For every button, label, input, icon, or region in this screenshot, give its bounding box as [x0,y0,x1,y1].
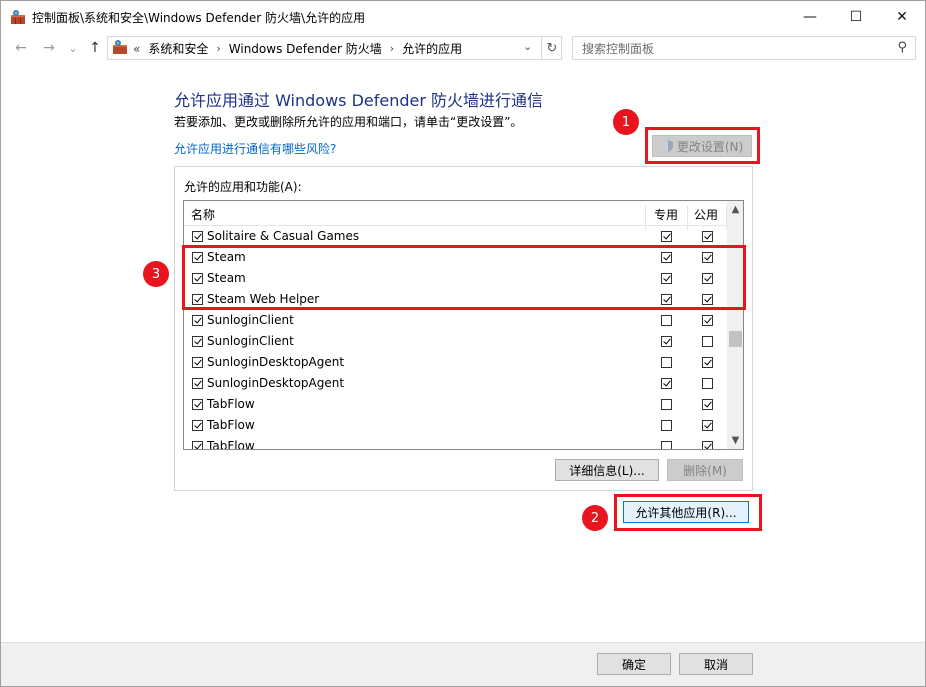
app-enabled-checkbox[interactable] [192,315,203,326]
app-enabled-checkbox[interactable] [192,378,203,389]
table-row[interactable]: TabFlow [184,415,727,436]
app-name: Solitaire & Casual Games [207,229,360,243]
back-button[interactable]: ← [11,38,31,58]
minimize-button[interactable]: — [787,1,833,32]
public-network-checkbox[interactable] [702,378,713,389]
search-placeholder: 搜索控制面板 [582,42,655,56]
app-name: SunloginClient [207,334,294,348]
breadcrumb-overflow[interactable]: « [133,42,140,56]
public-network-checkbox[interactable] [702,336,713,347]
public-network-checkbox[interactable] [702,399,713,410]
app-name: SunloginDesktopAgent [207,376,345,390]
table-row[interactable]: SunloginClient [184,310,727,331]
app-enabled-checkbox[interactable] [192,441,203,449]
app-enabled-checkbox[interactable] [192,231,203,242]
cancel-button[interactable]: 取消 [679,653,753,675]
app-enabled-checkbox[interactable] [192,399,203,410]
allowed-apps-label: 允许的应用和功能(A): [184,180,302,194]
scroll-down-arrow-icon[interactable]: ▼ [727,432,743,449]
app-name: SunloginClient [207,313,294,327]
public-network-checkbox[interactable] [702,231,713,242]
column-header-private[interactable]: 专用 [654,206,678,223]
firewall-icon [113,40,127,54]
private-network-checkbox[interactable] [661,420,672,431]
table-row[interactable]: SunloginDesktopAgent [184,373,727,394]
title-bar: 控制面板\系统和安全\Windows Defender 防火墙\允许的应用 — … [1,1,925,32]
risk-info-link[interactable]: 允许应用进行通信有哪些风险? [174,140,336,157]
private-network-checkbox[interactable] [661,441,672,449]
change-settings-label: 更改设置(N) [676,139,744,154]
scroll-up-arrow-icon[interactable]: ▲ [727,201,743,218]
address-dropdown-button[interactable]: ⌄ [523,40,532,53]
public-network-checkbox[interactable] [702,315,713,326]
public-network-checkbox[interactable] [702,441,713,449]
app-name: TabFlow [207,418,255,432]
breadcrumb-allowed-apps[interactable]: 允许的应用 [402,40,462,57]
table-row[interactable]: TabFlow [184,394,727,415]
vertical-scrollbar[interactable]: ▲ ▼ [727,201,743,449]
window-title: 控制面板\系统和安全\Windows Defender 防火墙\允许的应用 [32,11,366,25]
annotation-badge-1: 1 [613,109,639,135]
ok-button[interactable]: 确定 [597,653,671,675]
private-network-checkbox[interactable] [661,231,672,242]
dialog-footer [1,642,925,686]
private-network-checkbox[interactable] [661,378,672,389]
app-enabled-checkbox[interactable] [192,420,203,431]
search-input[interactable]: 搜索控制面板 ⚲ [572,36,916,60]
private-network-checkbox[interactable] [661,315,672,326]
page-title: 允许应用通过 Windows Defender 防火墙进行通信 [174,91,544,110]
column-header-public[interactable]: 公用 [694,206,718,223]
table-row[interactable]: TabFlow [184,436,727,450]
breadcrumb-firewall[interactable]: Windows Defender 防火墙 [229,40,382,57]
public-network-checkbox[interactable] [702,357,713,368]
public-network-checkbox[interactable] [702,420,713,431]
up-button[interactable]: ↑ [85,38,105,58]
change-settings-button[interactable]: 更改设置(N) [652,135,752,157]
uac-shield-icon [662,140,673,152]
annotation-badge-3: 3 [143,261,169,287]
chevron-right-icon: › [389,42,395,55]
private-network-checkbox[interactable] [661,399,672,410]
firewall-allowed-apps-window: 控制面板\系统和安全\Windows Defender 防火墙\允许的应用 — … [0,0,926,687]
app-name: SunloginDesktopAgent [207,355,345,369]
details-button[interactable]: 详细信息(L)... [555,459,659,481]
app-enabled-checkbox[interactable] [192,336,203,347]
forward-button[interactable]: → [39,38,59,58]
recent-locations-button[interactable]: ⌄ [63,38,83,58]
refresh-button[interactable]: ↻ [541,37,562,59]
page-description: 若要添加、更改或删除所允许的应用和端口，请单击“更改设置”。 [174,115,523,129]
firewall-icon [11,10,25,24]
search-icon[interactable]: ⚲ [897,40,907,55]
list-header: 名称 专用 公用 [184,201,727,230]
chevron-right-icon: › [216,42,221,55]
breadcrumb-system-security[interactable]: 系统和安全 [148,40,208,57]
table-row[interactable]: SunloginClient [184,331,727,352]
app-name: TabFlow [207,439,255,450]
scrollbar-thumb[interactable] [729,331,742,347]
app-name: TabFlow [207,397,255,411]
column-header-name[interactable]: 名称 [191,206,215,223]
navigation-bar: ← → ⌄ ↑ « 系统和安全 › Windows Defender 防火墙 ›… [1,32,925,64]
private-network-checkbox[interactable] [661,357,672,368]
close-button[interactable]: ✕ [879,1,925,32]
remove-button[interactable]: 删除(M) [667,459,743,481]
app-enabled-checkbox[interactable] [192,357,203,368]
annotation-badge-2: 2 [582,505,608,531]
allowed-apps-list[interactable]: 名称 专用 公用 Solitaire & Casual Games Steam St… [183,200,744,450]
annotation-highlight-steam-rows [182,245,746,310]
private-network-checkbox[interactable] [661,336,672,347]
table-row[interactable]: Solitaire & Casual Games [184,226,727,247]
table-row[interactable]: SunloginDesktopAgent [184,352,727,373]
maximize-button[interactable]: ☐ [833,1,879,32]
address-bar[interactable]: « 系统和安全 › Windows Defender 防火墙 › 允许的应用 ⌄… [107,36,562,60]
allow-another-app-button[interactable]: 允许其他应用(R)... [623,501,749,523]
breadcrumb: « 系统和安全 › Windows Defender 防火墙 › 允许的应用 [133,40,462,57]
